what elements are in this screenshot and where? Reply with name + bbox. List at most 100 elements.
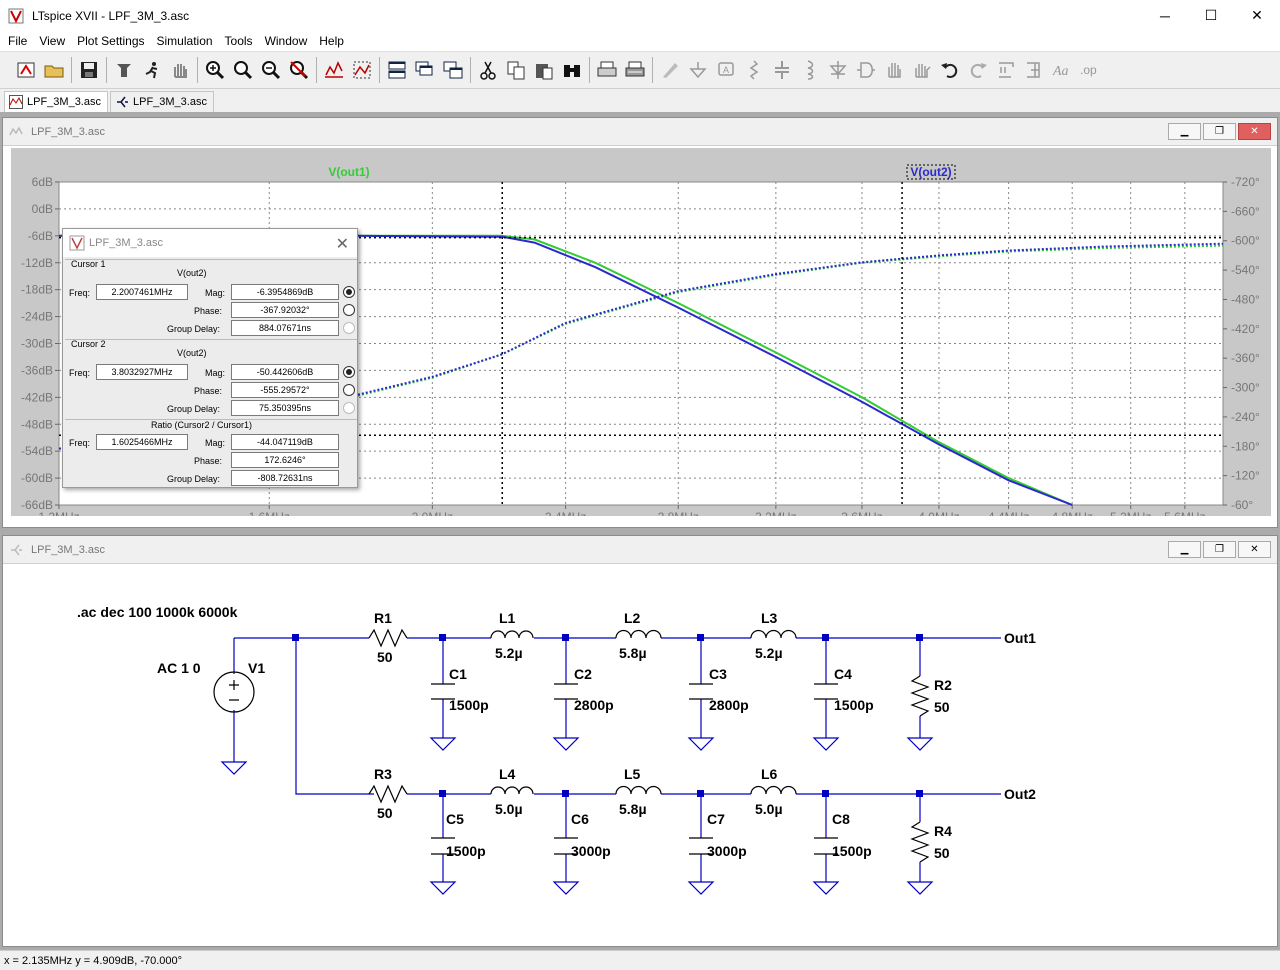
cascade-windows-icon[interactable] [411,56,439,84]
close-button[interactable]: ✕ [1234,0,1280,31]
mirror-icon[interactable] [1020,56,1048,84]
tile-vertical-icon[interactable] [439,56,467,84]
copy-icon[interactable] [502,56,530,84]
l6-name: L6 [761,766,778,782]
menu-file[interactable]: File [2,34,33,48]
spice-directive-icon[interactable]: .op [1076,56,1104,84]
toolbar: A Aa .op [0,51,1280,89]
ground-icon [906,881,934,895]
inductor-l5[interactable] [615,785,662,795]
undo-icon[interactable] [936,56,964,84]
inductor-l3[interactable] [750,629,797,639]
y-tick-label-left: -30dB [21,337,53,351]
control-panel-icon[interactable] [110,56,138,84]
capacitor-icon[interactable] [768,56,796,84]
cursor1-mag-radio[interactable] [343,286,355,298]
cursor1-phase-radio[interactable] [343,304,355,316]
y-tick-label-left: 0dB [32,202,53,216]
cursor1-freq-field[interactable]: 2.2007461MHz [96,284,188,300]
schematic-canvas[interactable]: .ac dec 100 1000k 6000k AC 1 0 V1 R1 50 … [11,566,1275,946]
resistor-r1[interactable] [368,628,408,648]
menu-window[interactable]: Window [259,34,314,48]
ground-icon [429,737,457,751]
save-icon[interactable] [75,56,103,84]
y-tick-label-left: -24dB [21,310,53,324]
cursor2-phase-radio[interactable] [343,384,355,396]
c1-name: C1 [449,666,467,682]
find-binoculars-icon[interactable] [558,56,586,84]
plot-minimize-button[interactable]: ▁ [1168,123,1201,140]
resistor-r3[interactable] [368,784,408,804]
phase-label: Phase: [194,456,223,466]
ground-icon[interactable] [684,56,712,84]
diode-icon[interactable] [824,56,852,84]
text-icon[interactable]: Aa [1048,56,1076,84]
ratio-group: Ratio (Cursor2 / Cursor1) Freq: 1.602546… [65,419,357,487]
cursor2-gd-radio[interactable] [343,402,355,414]
inductor-l6[interactable] [750,785,797,795]
zoom-cancel-icon[interactable] [285,56,313,84]
autorange-icon[interactable] [320,56,348,84]
zoom-full-icon[interactable] [229,56,257,84]
label-net-icon[interactable]: A [712,56,740,84]
paste-icon[interactable] [530,56,558,84]
resistor-r4[interactable] [910,821,930,863]
menu-simulation[interactable]: Simulation [151,34,219,48]
open-folder-icon[interactable] [40,56,68,84]
schematic-restore-button[interactable]: ❐ [1203,541,1236,558]
plot-restore-button[interactable]: ❐ [1203,123,1236,140]
spice-directive[interactable]: .ac dec 100 1000k 6000k [77,604,238,620]
voltage-source-v1[interactable] [213,671,255,713]
y-tick-label-right: -360° [1231,351,1260,365]
inductor-l4[interactable] [490,786,534,795]
cursor1-group: Cursor 1 V(out2) Freq: 2.2007461MHz Mag:… [65,259,357,339]
plot-window-titlebar: LPF_3M_3.asc ▁ ❐ ✕ [3,118,1277,146]
menu-plot-settings[interactable]: Plot Settings [71,34,150,48]
move-hand-icon[interactable] [880,56,908,84]
x-tick-label: 2.8MHz [658,510,699,516]
schematic-minimize-button[interactable]: ▁ [1168,541,1201,558]
component-icon[interactable] [852,56,880,84]
plot-settings-icon[interactable] [348,56,376,84]
zoom-out-icon[interactable] [257,56,285,84]
inductor-icon[interactable] [796,56,824,84]
cursor-dialog-close-icon[interactable]: ✕ [336,234,349,254]
r4-value: 50 [934,845,950,861]
cursor2-freq-field[interactable]: 3.8032927MHz [96,364,188,380]
tab-schematic[interactable]: LPF_3M_3.asc [109,91,214,112]
tile-horizontal-icon[interactable] [383,56,411,84]
zoom-in-icon[interactable] [201,56,229,84]
resistor-r2[interactable] [910,675,930,717]
inductor-l1[interactable] [490,630,534,639]
menu-view[interactable]: View [33,34,71,48]
minimize-button[interactable]: ─ [1142,0,1188,31]
cursor2-mag-radio[interactable] [343,366,355,378]
x-tick-label: 3.2MHz [755,510,796,516]
schematic-close-button[interactable]: ✕ [1238,541,1271,558]
draw-wire-icon[interactable] [656,56,684,84]
rotate-icon[interactable] [992,56,1020,84]
new-schematic-icon[interactable] [12,56,40,84]
menu-help[interactable]: Help [313,34,350,48]
cursor1-gd-radio[interactable] [343,322,355,334]
x-tick-label: 1.6MHz [249,510,290,516]
maximize-button[interactable]: ☐ [1188,0,1234,31]
drag-hand-icon[interactable] [908,56,936,84]
print-icon[interactable] [593,56,621,84]
cursor1-trace: V(out2) [177,268,207,278]
tab-waveform[interactable]: LPF_3M_3.asc [4,91,108,112]
trace-label-vout1[interactable]: V(out1) [328,165,369,179]
halt-hand-icon[interactable] [166,56,194,84]
cut-scissors-icon[interactable] [474,56,502,84]
trace-label-vout2[interactable]: V(out2) [910,165,951,179]
redo-icon[interactable] [964,56,992,84]
menu-tools[interactable]: Tools [219,34,259,48]
print-setup-icon[interactable] [621,56,649,84]
y-tick-label-right: -120° [1231,469,1260,483]
plot-close-button[interactable]: ✕ [1238,123,1271,140]
inductor-l2[interactable] [615,629,662,639]
resistor-icon[interactable] [740,56,768,84]
run-icon[interactable] [138,56,166,84]
y-tick-label-right: -420° [1231,322,1260,336]
x-tick-label: 5.6MHz [1164,510,1205,516]
